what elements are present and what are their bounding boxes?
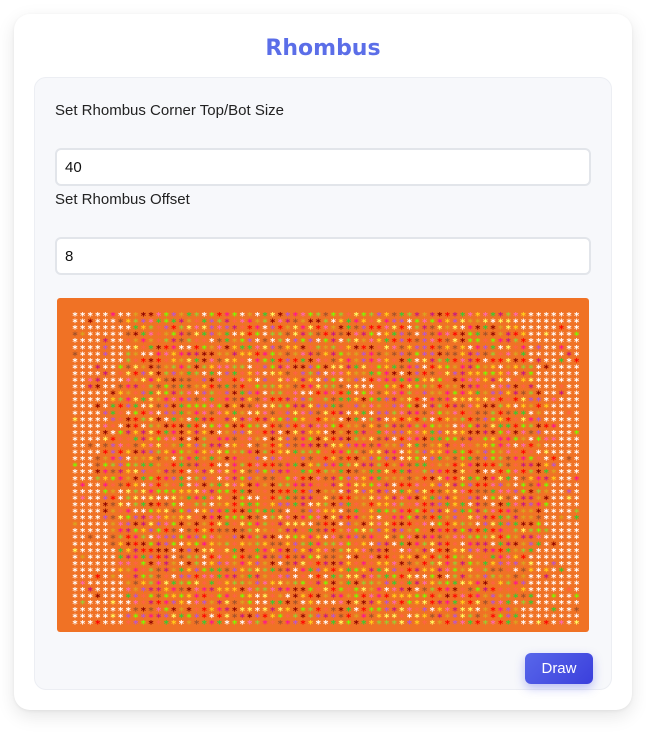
pattern-asterisk: * (171, 619, 177, 630)
pattern-asterisk: * (285, 619, 291, 630)
pattern-asterisk: * (460, 619, 466, 630)
pattern-asterisk: * (444, 619, 450, 630)
pattern-asterisk: * (551, 619, 557, 630)
pattern-asterisk: * (209, 619, 215, 630)
pattern-asterisk: * (346, 619, 352, 630)
pattern-asterisk: * (558, 619, 564, 630)
pattern-asterisk: * (498, 619, 504, 630)
pattern-asterisk: * (338, 619, 344, 630)
pattern-asterisk: * (239, 619, 245, 630)
pattern-asterisk: * (140, 619, 146, 630)
pattern-asterisk: * (216, 619, 222, 630)
pattern-asterisk: * (118, 619, 124, 630)
pattern-asterisk: * (520, 619, 526, 630)
page-title: Rhombus (265, 36, 381, 61)
offset-input[interactable] (55, 237, 591, 275)
pattern-asterisk: * (110, 619, 116, 630)
draw-button[interactable]: Draw (525, 653, 593, 684)
pattern-asterisk: * (224, 619, 230, 630)
pattern-asterisk: * (72, 619, 78, 630)
pattern-asterisk: * (368, 619, 374, 630)
pattern-asterisk: * (505, 619, 511, 630)
pattern-asterisk: * (156, 619, 162, 630)
pattern-asterisk: * (308, 619, 314, 630)
pattern-asterisk: * (429, 619, 435, 630)
pattern-asterisk: * (315, 619, 321, 630)
pattern-asterisk: * (262, 619, 268, 630)
pattern-asterisk: * (574, 619, 580, 630)
settings-panel: Set Rhombus Corner Top/Bot Size Set Rhom… (34, 77, 612, 690)
pattern-asterisk: * (482, 619, 488, 630)
pattern-asterisk: * (232, 619, 238, 630)
pattern-asterisk: * (475, 619, 481, 630)
pattern-asterisk: * (353, 619, 359, 630)
pattern-asterisk: * (513, 619, 519, 630)
rhombus-canvas: * * * * * * * * * * * * * * * * * * * * * * * * * * * * * * * * * * * * * * * *… (57, 298, 589, 632)
pattern-asterisk: * (292, 619, 298, 630)
pattern-asterisk: * (254, 619, 260, 630)
pattern-asterisk: * (422, 619, 428, 630)
pattern-asterisk: * (163, 619, 169, 630)
pattern-asterisk: * (452, 619, 458, 630)
pattern-asterisk: * (437, 619, 443, 630)
pattern-asterisk: * (566, 619, 572, 630)
pattern-asterisk: * (361, 619, 367, 630)
pattern-asterisk: * (277, 619, 283, 630)
pattern-asterisk: * (133, 619, 139, 630)
pattern-asterisk: * (270, 619, 276, 630)
pattern-asterisk: * (490, 619, 496, 630)
pattern-asterisk: * (247, 619, 253, 630)
pattern-asterisk: * (80, 619, 86, 630)
pattern-asterisk: * (87, 619, 93, 630)
pattern-asterisk: * (323, 619, 329, 630)
pattern-asterisk: * (95, 619, 101, 630)
pattern-asterisk: * (300, 619, 306, 630)
pattern-asterisk: * (201, 619, 207, 630)
rhombus-pattern: ****************************************… (72, 311, 580, 630)
pattern-asterisk: * (536, 619, 542, 630)
corner-size-input[interactable] (55, 148, 591, 186)
pattern-asterisk: * (467, 619, 473, 630)
pattern-asterisk: * (186, 619, 192, 630)
pattern-asterisk: * (148, 619, 154, 630)
pattern-asterisk: * (528, 619, 534, 630)
pattern-asterisk: * (194, 619, 200, 630)
corner-size-label: Set Rhombus Corner Top/Bot Size (55, 102, 285, 119)
pattern-asterisk: * (399, 619, 405, 630)
pattern-asterisk: * (384, 619, 390, 630)
rhombus-card: Rhombus Set Rhombus Corner Top/Bot Size … (14, 14, 632, 710)
pattern-asterisk: * (414, 619, 420, 630)
pattern-asterisk: * (102, 619, 108, 630)
pattern-asterisk: * (330, 619, 336, 630)
pattern-asterisk: * (543, 619, 549, 630)
pattern-asterisk: * (391, 619, 397, 630)
offset-label: Set Rhombus Offset (55, 191, 190, 208)
pattern-asterisk: * (178, 619, 184, 630)
pattern-asterisk: * (406, 619, 412, 630)
pattern-asterisk: * (125, 619, 131, 630)
pattern-asterisk: * (376, 619, 382, 630)
